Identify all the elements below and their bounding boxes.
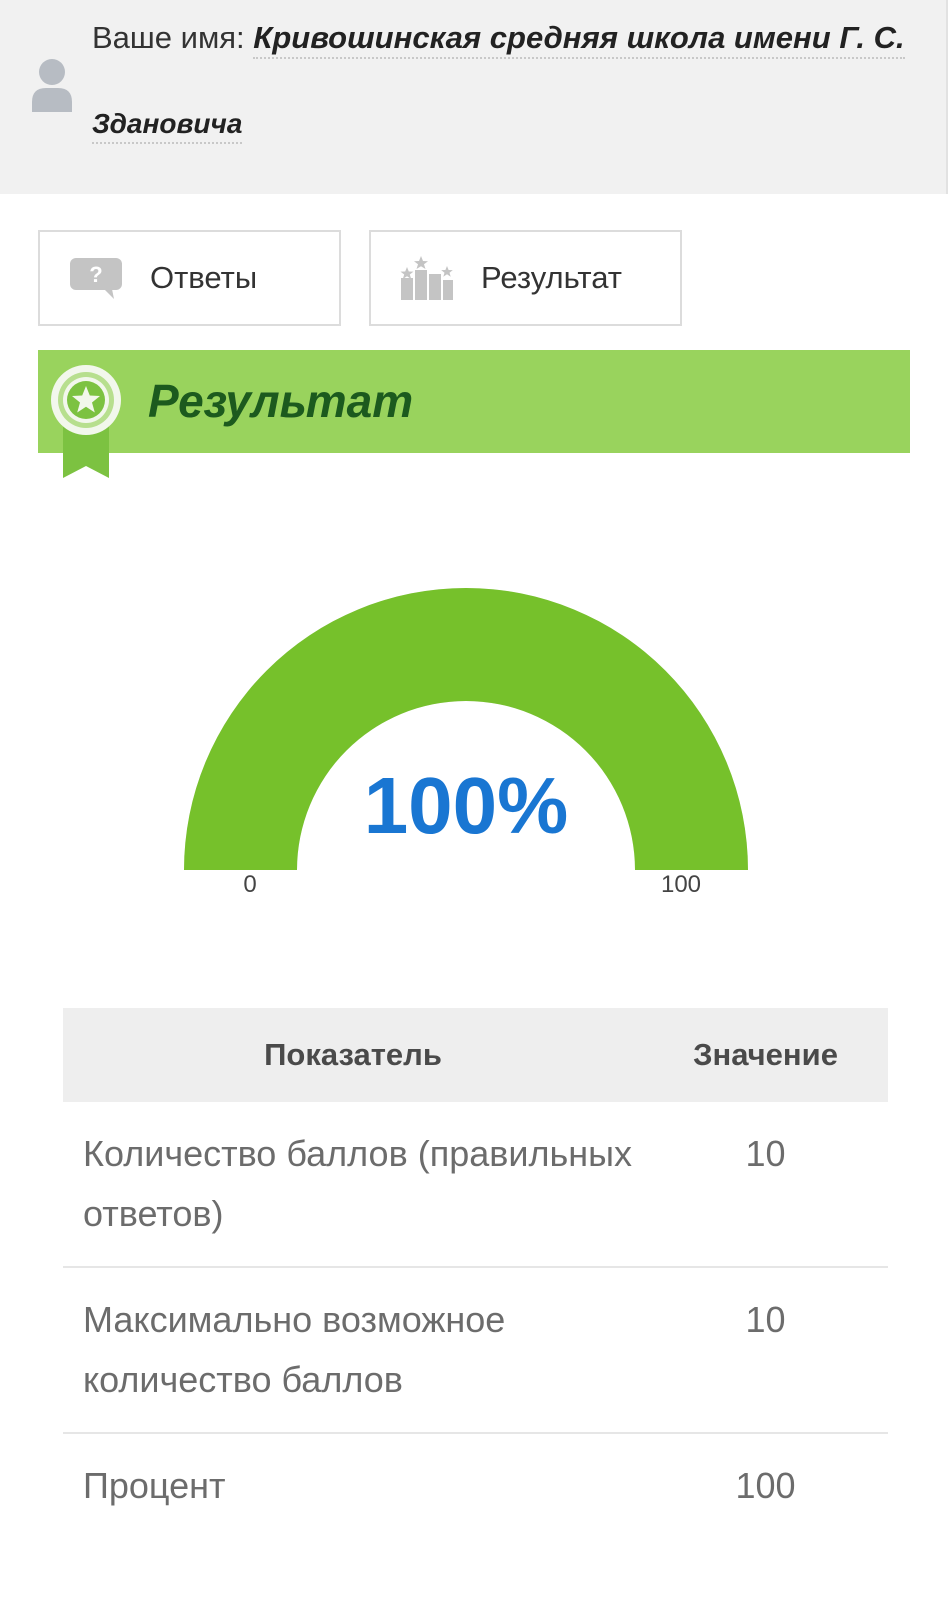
- tab-answers-label: Ответы: [150, 260, 258, 295]
- row-indicator: Максимально возможное количество баллов: [83, 1299, 506, 1400]
- tab-result-label: Результат: [481, 260, 622, 295]
- podium-stars-icon: [400, 256, 453, 300]
- gauge-max-label: 100: [661, 871, 701, 898]
- gauge-value-label: 100%: [364, 761, 569, 850]
- svg-text:?: ?: [89, 262, 102, 287]
- table-row: Максимально возможное количество баллов …: [63, 1268, 888, 1434]
- header-value: Значение: [693, 1037, 838, 1072]
- gauge-min-label: 0: [243, 871, 256, 898]
- results-table: Показатель Значение Количество баллов (п…: [63, 1008, 888, 1538]
- user-name-line: Ваше имя: Кривошинская средняя школа име…: [92, 20, 905, 59]
- table-header: Показатель Значение: [63, 1008, 888, 1102]
- result-banner: Результат: [38, 350, 910, 478]
- user-icon: [32, 59, 72, 112]
- row-value: 10: [745, 1299, 786, 1340]
- result-title: Результат: [148, 375, 414, 427]
- user-name-value: Кривошинская средняя школа имени Г. С.: [253, 20, 905, 59]
- tab-answers[interactable]: ? Ответы: [38, 230, 341, 326]
- award-ribbon-icon: [51, 365, 121, 478]
- row-indicator: Процент: [83, 1465, 226, 1506]
- user-header: Ваше имя: Кривошинская средняя школа име…: [0, 0, 948, 194]
- tab-result[interactable]: Результат: [369, 230, 682, 326]
- row-indicator: Количество баллов (правильных ответов): [83, 1133, 632, 1234]
- table-row: Количество баллов (правильных ответов) 1…: [63, 1102, 888, 1268]
- name-label: Ваше имя:: [92, 20, 245, 55]
- row-value: 100: [735, 1465, 796, 1506]
- score-gauge: 100% 0 100: [184, 588, 748, 898]
- header-indicator: Показатель: [264, 1037, 442, 1072]
- table-row: Процент 100: [63, 1434, 888, 1538]
- user-name-continuation: Здановича: [92, 108, 243, 144]
- question-bubble-icon: ?: [70, 258, 122, 299]
- row-value: 10: [745, 1133, 786, 1174]
